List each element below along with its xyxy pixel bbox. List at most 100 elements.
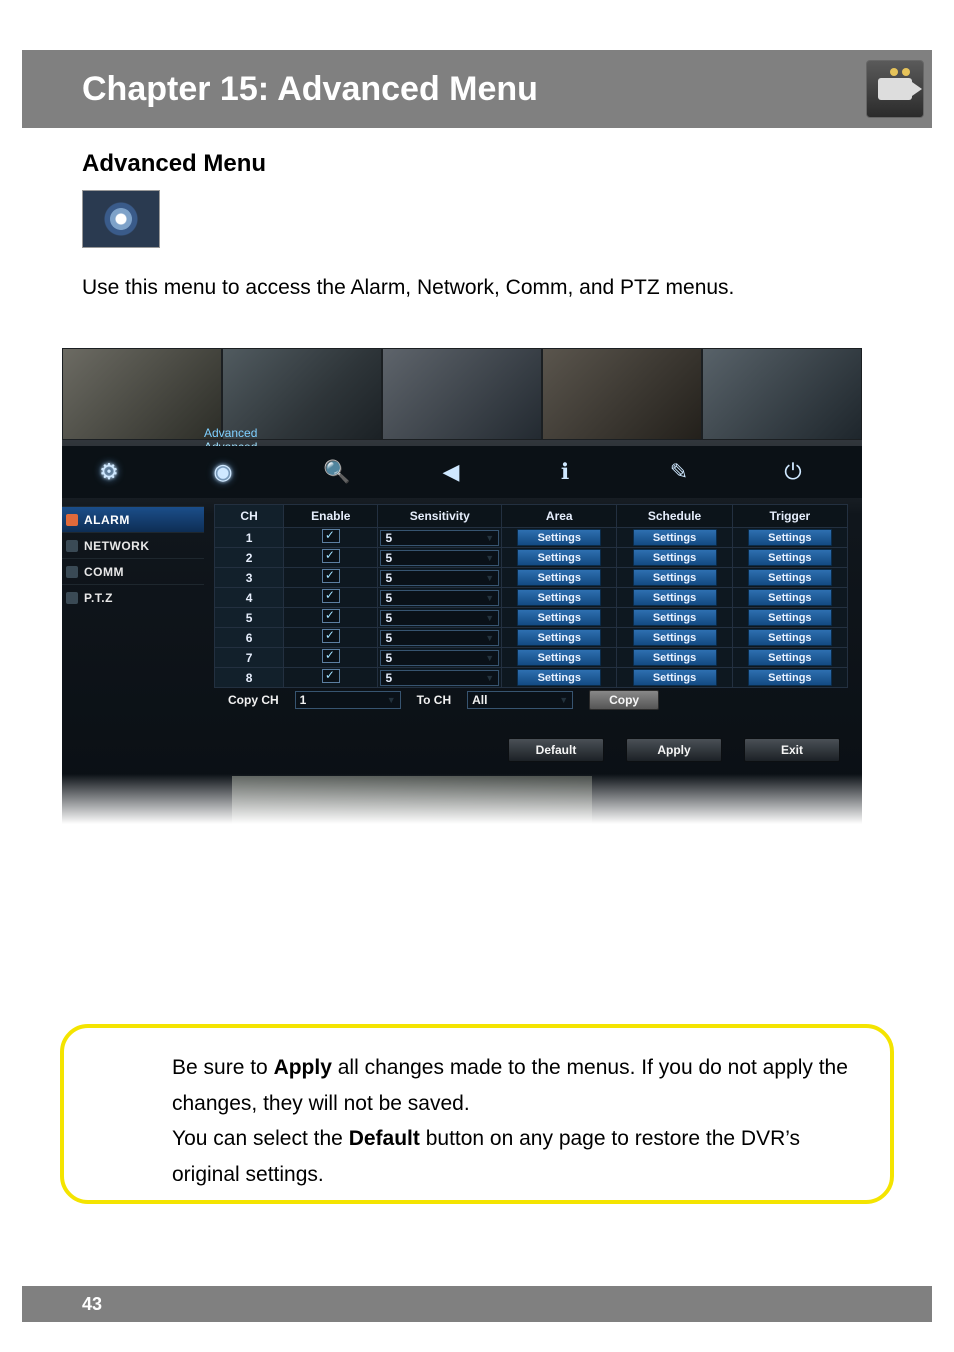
cell-ch: 7 xyxy=(215,648,284,668)
chevron-down-icon: ▼ xyxy=(485,633,494,643)
gear-small-icon[interactable]: ⚙ xyxy=(88,456,130,488)
cell-enable[interactable] xyxy=(284,588,378,608)
checkbox-icon xyxy=(322,549,340,563)
trigger-settings-button[interactable]: Settings xyxy=(748,629,832,646)
schedule-settings-button[interactable]: Settings xyxy=(633,549,717,566)
schedule-settings-button[interactable]: Settings xyxy=(633,569,717,586)
chevron-down-icon: ▼ xyxy=(485,593,494,603)
checkbox-icon xyxy=(322,609,340,623)
col-enable: Enable xyxy=(284,505,378,528)
cell-ch: 4 xyxy=(215,588,284,608)
area-settings-button[interactable]: Settings xyxy=(517,549,601,566)
cell-sensitivity[interactable]: 5▼ xyxy=(378,548,502,568)
cell-ch: 1 xyxy=(215,528,284,548)
trigger-settings-button[interactable]: Settings xyxy=(748,649,832,666)
area-settings-button[interactable]: Settings xyxy=(517,609,601,626)
schedule-settings-button[interactable]: Settings xyxy=(633,529,717,546)
table-row: 8 5▼ Settings Settings Settings xyxy=(215,668,848,688)
to-ch-select[interactable]: All▼ xyxy=(467,691,573,709)
sidebar-item-ptz[interactable]: P.T.Z xyxy=(62,584,204,610)
intro-text: Use this menu to access the Alarm, Netwo… xyxy=(82,276,734,300)
cell-enable[interactable] xyxy=(284,528,378,548)
chapter-header: Chapter 15: Advanced Menu xyxy=(22,50,932,128)
schedule-settings-button[interactable]: Settings xyxy=(633,649,717,666)
chevron-down-icon: ▼ xyxy=(485,573,494,583)
checkbox-icon xyxy=(322,529,340,543)
table-row: 5 5▼ Settings Settings Settings xyxy=(215,608,848,628)
copy-button[interactable]: Copy xyxy=(589,690,659,710)
chevron-down-icon: ▼ xyxy=(485,613,494,623)
schedule-settings-button[interactable]: Settings xyxy=(633,589,717,606)
callout-line-2: You can select the Default button on any… xyxy=(172,1121,864,1192)
trigger-settings-button[interactable]: Settings xyxy=(748,609,832,626)
col-ch: CH xyxy=(215,505,284,528)
callout-box: Be sure to Apply all changes made to the… xyxy=(60,1024,894,1204)
checkbox-icon xyxy=(322,629,340,643)
info-icon[interactable]: ℹ xyxy=(544,456,586,488)
cell-enable[interactable] xyxy=(284,568,378,588)
search-icon[interactable]: 🔍 xyxy=(316,456,358,488)
trigger-settings-button[interactable]: Settings xyxy=(748,549,832,566)
cell-sensitivity[interactable]: 5▼ xyxy=(378,648,502,668)
table-row: 1 5▼ Settings Settings Settings xyxy=(215,528,848,548)
cell-enable[interactable] xyxy=(284,548,378,568)
cell-enable[interactable] xyxy=(284,628,378,648)
trigger-settings-button[interactable]: Settings xyxy=(748,529,832,546)
area-settings-button[interactable]: Settings xyxy=(517,669,601,686)
checkbox-icon xyxy=(322,589,340,603)
cell-sensitivity[interactable]: 5▼ xyxy=(378,628,502,648)
schedule-settings-button[interactable]: Settings xyxy=(633,609,717,626)
advanced-gear-icon[interactable]: ◉ xyxy=(202,456,244,488)
area-settings-button[interactable]: Settings xyxy=(517,529,601,546)
table-row: 65▼SettingsSettingsSettings xyxy=(215,628,848,648)
cell-enable[interactable] xyxy=(284,608,378,628)
chevron-down-icon: ▼ xyxy=(485,673,494,683)
tools-icon[interactable]: ✎ xyxy=(658,456,700,488)
cell-ch: 5 xyxy=(215,608,284,628)
col-schedule: Schedule xyxy=(617,505,732,528)
area-settings-button[interactable]: Settings xyxy=(517,589,601,606)
trigger-settings-button[interactable]: Settings xyxy=(748,589,832,606)
camera-icon xyxy=(866,60,924,118)
sidebar-item-comm[interactable]: COMM xyxy=(62,558,204,584)
apply-button[interactable]: Apply xyxy=(626,738,722,762)
table-row: 35▼SettingsSettingsSettings xyxy=(215,568,848,588)
area-settings-button[interactable]: Settings xyxy=(517,629,601,646)
page-footer: 43 xyxy=(22,1286,932,1322)
sidebar-item-network[interactable]: NETWORK xyxy=(62,532,204,558)
schedule-settings-button[interactable]: Settings xyxy=(633,669,717,686)
cell-sensitivity[interactable]: 5▼ xyxy=(378,608,502,628)
cell-enable[interactable] xyxy=(284,668,378,688)
area-settings-button[interactable]: Settings xyxy=(517,569,601,586)
area-settings-button[interactable]: Settings xyxy=(517,649,601,666)
col-sensitivity: Sensitivity xyxy=(378,505,502,528)
cell-sensitivity[interactable]: 5▼ xyxy=(378,668,502,688)
cell-enable[interactable] xyxy=(284,648,378,668)
to-ch-label: To CH xyxy=(417,693,451,707)
top-icon-row: ⚙ ◉ 🔍 ◀ ℹ ✎ ⏻ xyxy=(62,446,862,498)
cell-ch: 8 xyxy=(215,668,284,688)
col-area: Area xyxy=(502,505,617,528)
sidebar: ALARM NETWORK COMM P.T.Z xyxy=(62,506,204,610)
trigger-settings-button[interactable]: Settings xyxy=(748,569,832,586)
copy-ch-select[interactable]: 1▼ xyxy=(295,691,401,709)
cell-sensitivity[interactable]: 5▼ xyxy=(378,528,502,548)
cell-sensitivity[interactable]: 5▼ xyxy=(378,588,502,608)
cell-ch: 2 xyxy=(215,548,284,568)
action-row: Default Apply Exit xyxy=(508,738,840,762)
exit-button[interactable]: Exit xyxy=(744,738,840,762)
cell-sensitivity[interactable]: 5▼ xyxy=(378,568,502,588)
chevron-down-icon: ▼ xyxy=(485,653,494,663)
trigger-settings-button[interactable]: Settings xyxy=(748,669,832,686)
arrow-icon[interactable]: ◀ xyxy=(430,456,472,488)
alarm-table: CH Enable Sensitivity Area Schedule Trig… xyxy=(214,504,848,688)
default-button[interactable]: Default xyxy=(508,738,604,762)
table-row: 2 5▼ Settings Settings Settings xyxy=(215,548,848,568)
col-trigger: Trigger xyxy=(732,505,847,528)
sidebar-item-alarm[interactable]: ALARM xyxy=(62,506,204,532)
schedule-settings-button[interactable]: Settings xyxy=(633,629,717,646)
chevron-down-icon: ▼ xyxy=(485,553,494,563)
power-icon[interactable]: ⏻ xyxy=(772,456,814,488)
table-row: 7 5▼ Settings Settings Settings xyxy=(215,648,848,668)
page-number: 43 xyxy=(82,1294,102,1315)
